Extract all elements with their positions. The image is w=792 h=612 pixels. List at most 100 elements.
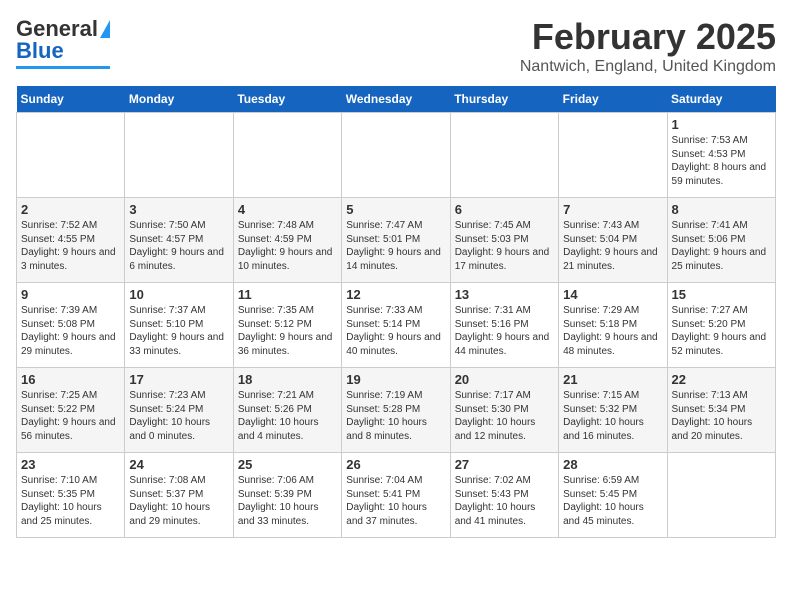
day-info: Sunrise: 7:13 AM Sunset: 5:34 PM Dayligh… (672, 389, 771, 443)
day-cell: 25 Sunrise: 7:06 AM Sunset: 5:39 PM Dayli… (233, 453, 341, 538)
day-cell: 26 Sunrise: 7:04 AM Sunset: 5:41 PM Dayli… (342, 453, 450, 538)
day-info: Sunrise: 7:52 AM Sunset: 4:55 PM Dayligh… (21, 219, 120, 273)
day-number: 8 (672, 202, 771, 217)
day-cell (125, 113, 233, 198)
calendar-subtitle: Nantwich, England, United Kingdom (520, 58, 776, 76)
week-row-2: 2 Sunrise: 7:52 AM Sunset: 4:55 PM Daylig… (17, 198, 776, 283)
day-number: 24 (129, 457, 228, 472)
day-number: 3 (129, 202, 228, 217)
day-info: Sunrise: 7:33 AM Sunset: 5:14 PM Dayligh… (346, 304, 445, 358)
day-info: Sunrise: 7:48 AM Sunset: 4:59 PM Dayligh… (238, 219, 337, 273)
logo-underline (16, 66, 110, 69)
day-info: Sunrise: 7:37 AM Sunset: 5:10 PM Dayligh… (129, 304, 228, 358)
day-cell: 16Sunrise: 7:25 AM Sunset: 5:22 PM Dayli… (17, 368, 125, 453)
day-cell: 7 Sunrise: 7:43 AM Sunset: 5:04 PM Daylig… (559, 198, 667, 283)
day-header-saturday: Saturday (667, 86, 775, 113)
day-info: Sunrise: 7:35 AM Sunset: 5:12 PM Dayligh… (238, 304, 337, 358)
day-cell (450, 113, 558, 198)
day-cell: 8 Sunrise: 7:41 AM Sunset: 5:06 PM Daylig… (667, 198, 775, 283)
day-header-tuesday: Tuesday (233, 86, 341, 113)
day-info: Sunrise: 7:21 AM Sunset: 5:26 PM Dayligh… (238, 389, 337, 443)
day-info: Sunrise: 7:08 AM Sunset: 5:37 PM Dayligh… (129, 474, 228, 528)
day-info: Sunrise: 7:43 AM Sunset: 5:04 PM Dayligh… (563, 219, 662, 273)
day-number: 20 (455, 372, 554, 387)
day-cell: 15 Sunrise: 7:27 AM Sunset: 5:20 PM Dayli… (667, 283, 775, 368)
day-info: Sunrise: 7:15 AM Sunset: 5:32 PM Dayligh… (563, 389, 662, 443)
day-cell: 12 Sunrise: 7:33 AM Sunset: 5:14 PM Dayli… (342, 283, 450, 368)
day-cell: 20 Sunrise: 7:17 AM Sunset: 5:30 PM Dayli… (450, 368, 558, 453)
day-number: 18 (238, 372, 337, 387)
day-info: Sunrise: 7:47 AM Sunset: 5:01 PM Dayligh… (346, 219, 445, 273)
calendar-table: SundayMondayTuesdayWednesdayThursdayFrid… (16, 86, 776, 538)
day-info: Sunrise: 7:41 AM Sunset: 5:06 PM Dayligh… (672, 219, 771, 273)
day-header-thursday: Thursday (450, 86, 558, 113)
logo-triangle-icon (100, 20, 110, 38)
day-cell: 1 Sunrise: 7:53 AM Sunset: 4:53 PM Daylig… (667, 113, 775, 198)
header: General Blue February 2025 Nantwich, Eng… (16, 16, 776, 76)
day-cell: 9 Sunrise: 7:39 AM Sunset: 5:08 PM Daylig… (17, 283, 125, 368)
day-cell (233, 113, 341, 198)
day-number: 7 (563, 202, 662, 217)
day-number: 13 (455, 287, 554, 302)
day-number: 9 (21, 287, 120, 302)
day-info: Sunrise: 7:45 AM Sunset: 5:03 PM Dayligh… (455, 219, 554, 273)
week-row-5: 23 Sunrise: 7:10 AM Sunset: 5:35 PM Dayli… (17, 453, 776, 538)
day-cell (559, 113, 667, 198)
day-number: 2 (21, 202, 120, 217)
day-info: Sunrise: 7:10 AM Sunset: 5:35 PM Dayligh… (21, 474, 120, 528)
day-number: 4 (238, 202, 337, 217)
day-info: Sunrise: 7:04 AM Sunset: 5:41 PM Dayligh… (346, 474, 445, 528)
day-cell: 14 Sunrise: 7:29 AM Sunset: 5:18 PM Dayli… (559, 283, 667, 368)
day-info: Sunrise: 7:50 AM Sunset: 4:57 PM Dayligh… (129, 219, 228, 273)
day-cell: 19Sunrise: 7:19 AM Sunset: 5:28 PM Dayli… (342, 368, 450, 453)
day-info: Sunrise: 7:19 AM Sunset: 5:28 PM Dayligh… (346, 389, 445, 443)
day-cell: 17 Sunrise: 7:23 AM Sunset: 5:24 PM Dayli… (125, 368, 233, 453)
header-row: SundayMondayTuesdayWednesdayThursdayFrid… (17, 86, 776, 113)
day-info: Sunrise: 6:59 AM Sunset: 5:45 PM Dayligh… (563, 474, 662, 528)
day-cell: 27Sunrise: 7:02 AM Sunset: 5:43 PM Dayli… (450, 453, 558, 538)
day-info: Sunrise: 7:31 AM Sunset: 5:16 PM Dayligh… (455, 304, 554, 358)
day-cell: 22 Sunrise: 7:13 AM Sunset: 5:34 PM Dayli… (667, 368, 775, 453)
day-info: Sunrise: 7:29 AM Sunset: 5:18 PM Dayligh… (563, 304, 662, 358)
day-info: Sunrise: 7:53 AM Sunset: 4:53 PM Dayligh… (672, 134, 771, 188)
day-number: 17 (129, 372, 228, 387)
day-number: 27 (455, 457, 554, 472)
day-number: 14 (563, 287, 662, 302)
day-number: 10 (129, 287, 228, 302)
day-cell: 13 Sunrise: 7:31 AM Sunset: 5:16 PM Dayli… (450, 283, 558, 368)
logo-blue-text: Blue (16, 38, 64, 64)
week-row-1: 1 Sunrise: 7:53 AM Sunset: 4:53 PM Daylig… (17, 113, 776, 198)
day-number: 11 (238, 287, 337, 302)
day-cell: 2 Sunrise: 7:52 AM Sunset: 4:55 PM Daylig… (17, 198, 125, 283)
day-cell (342, 113, 450, 198)
day-cell: 6Sunrise: 7:45 AM Sunset: 5:03 PM Daylig… (450, 198, 558, 283)
day-header-monday: Monday (125, 86, 233, 113)
day-number: 25 (238, 457, 337, 472)
day-info: Sunrise: 7:23 AM Sunset: 5:24 PM Dayligh… (129, 389, 228, 443)
day-header-sunday: Sunday (17, 86, 125, 113)
day-number: 12 (346, 287, 445, 302)
title-area: February 2025 Nantwich, England, United … (520, 16, 776, 76)
day-cell: 10 Sunrise: 7:37 AM Sunset: 5:10 PM Dayli… (125, 283, 233, 368)
day-number: 15 (672, 287, 771, 302)
week-row-3: 9 Sunrise: 7:39 AM Sunset: 5:08 PM Daylig… (17, 283, 776, 368)
day-cell: 24 Sunrise: 7:08 AM Sunset: 5:37 PM Dayli… (125, 453, 233, 538)
day-info: Sunrise: 7:06 AM Sunset: 5:39 PM Dayligh… (238, 474, 337, 528)
day-number: 21 (563, 372, 662, 387)
day-number: 5 (346, 202, 445, 217)
day-header-friday: Friday (559, 86, 667, 113)
day-info: Sunrise: 7:17 AM Sunset: 5:30 PM Dayligh… (455, 389, 554, 443)
day-number: 1 (672, 117, 771, 132)
day-number: 26 (346, 457, 445, 472)
day-info: Sunrise: 7:27 AM Sunset: 5:20 PM Dayligh… (672, 304, 771, 358)
day-cell: 21 Sunrise: 7:15 AM Sunset: 5:32 PM Dayli… (559, 368, 667, 453)
day-number: 22 (672, 372, 771, 387)
day-cell: 28Sunrise: 6:59 AM Sunset: 5:45 PM Dayli… (559, 453, 667, 538)
day-cell: 23 Sunrise: 7:10 AM Sunset: 5:35 PM Dayli… (17, 453, 125, 538)
day-number: 16 (21, 372, 120, 387)
logo: General Blue (16, 16, 110, 69)
day-cell (17, 113, 125, 198)
calendar-title: February 2025 (520, 16, 776, 58)
day-number: 23 (21, 457, 120, 472)
day-info: Sunrise: 7:39 AM Sunset: 5:08 PM Dayligh… (21, 304, 120, 358)
